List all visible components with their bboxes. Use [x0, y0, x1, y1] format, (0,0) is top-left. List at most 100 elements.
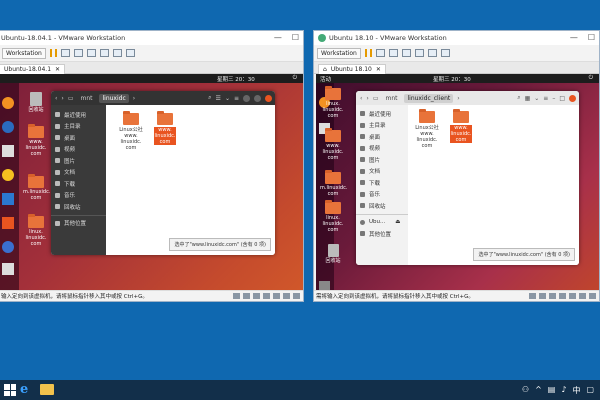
start-icon[interactable]	[4, 384, 16, 396]
desktop-icon-trash[interactable]: 回收站	[320, 244, 346, 265]
desktop-icon-folder[interactable]: m.linuxidc. com	[320, 170, 347, 198]
minimize-icon[interactable]: –	[552, 95, 555, 102]
vmware-window-right[interactable]: Ubuntu 18.10 - VMware Workstation — ☐ Wor…	[313, 30, 600, 302]
file-item-selected[interactable]: www. linuxidc. com	[148, 111, 182, 145]
forward-icon[interactable]: ›	[366, 95, 368, 102]
desktop-icon-folder[interactable]: www. linuxidc. com	[23, 124, 49, 157]
grid-view-icon[interactable]: ▦	[525, 95, 531, 102]
maximize-icon[interactable]: ☐	[588, 33, 595, 42]
display-icon[interactable]	[589, 293, 596, 299]
ubuntu-guest-screen[interactable]: 星期三 20：30 ⏻ 回收站 www. linuxidc. com m.lin…	[0, 74, 303, 292]
usb-icon[interactable]	[559, 293, 566, 299]
revert-icon[interactable]	[86, 49, 96, 57]
back-icon[interactable]: ‹	[55, 95, 57, 102]
sidebar-item-videos[interactable]: 视频	[356, 143, 408, 155]
sidebar-item-pictures[interactable]: 图片	[356, 154, 408, 166]
system-menu-icon[interactable]: ⏻	[589, 75, 593, 82]
vmware-window-left[interactable]: Ubuntu-18.04.1 - VMware Workstation — ☐ W…	[0, 30, 304, 302]
clock[interactable]: 星期三 20：30	[217, 75, 255, 83]
forward-chevron-icon[interactable]: ›	[457, 95, 459, 102]
snapshot-icon[interactable]	[388, 49, 398, 57]
desktop-icon-folder[interactable]: m.linuxidc. com	[23, 174, 50, 202]
sidebar-item-documents[interactable]: 文档	[356, 166, 408, 178]
workstation-menu-button[interactable]: Workstation	[2, 47, 46, 59]
explorer-icon[interactable]	[40, 384, 54, 395]
network-icon[interactable]	[253, 293, 260, 299]
minimize-icon[interactable]: —	[570, 33, 578, 42]
fullscreen-icon[interactable]	[112, 49, 122, 57]
sidebar-item-downloads[interactable]: 下载	[356, 177, 408, 189]
workstation-menu-button[interactable]: Workstation	[317, 47, 361, 59]
manage-icon[interactable]	[99, 49, 109, 57]
maximize-icon[interactable]: □	[559, 95, 565, 102]
sidebar-item-desktop[interactable]: 桌面	[51, 132, 106, 144]
sidebar-item-videos[interactable]: 视频	[51, 144, 106, 156]
forward-chevron-icon[interactable]: ›	[133, 95, 135, 102]
breadcrumb-mnt[interactable]: mnt	[77, 94, 95, 103]
file-manager-window[interactable]: ‹ › ▭ mnt linuxidc › ⌕ ☰ ⌄ ≡ 最近使用 主目录 桌面…	[51, 91, 275, 255]
breadcrumb-mnt[interactable]: mnt	[382, 94, 400, 103]
sidebar-item-trash[interactable]: 回收站	[51, 201, 106, 213]
software-icon[interactable]	[2, 217, 14, 229]
sidebar-item-recent[interactable]: 最近使用	[51, 109, 106, 121]
libreoffice-writer-icon[interactable]	[2, 193, 14, 205]
people-icon[interactable]: ⚇	[522, 385, 529, 396]
fullscreen-icon[interactable]	[427, 49, 437, 57]
desktop-icon-folder[interactable]: linux. linuxidc. com	[320, 200, 346, 233]
printer-icon[interactable]	[283, 293, 290, 299]
network-icon[interactable]	[549, 293, 556, 299]
menu-icon[interactable]: ≡	[234, 95, 239, 102]
ime-icon[interactable]: 中	[572, 385, 580, 396]
sound-icon[interactable]	[569, 293, 576, 299]
sound-icon[interactable]	[273, 293, 280, 299]
file-item[interactable]: Linux公社 www. linuxidc. com	[114, 111, 148, 151]
maximize-icon[interactable]: ☐	[292, 33, 299, 42]
search-icon[interactable]: ⌕	[208, 94, 211, 102]
list-view-icon[interactable]: ☰	[216, 95, 221, 102]
sidebar-item-recent[interactable]: 最近使用	[356, 108, 408, 120]
clock[interactable]: 星期三 20：30	[433, 75, 471, 83]
minimize-icon[interactable]: —	[274, 33, 282, 42]
vm-icon[interactable]	[375, 49, 385, 57]
file-manager-window[interactable]: ‹ › ▭ mnt linuxidc_client › ⌕ ▦ ⌄ ≡ – □ …	[356, 91, 579, 265]
close-button[interactable]	[265, 94, 272, 102]
file-item[interactable]: Linux公社 www. linuxidc. com	[410, 109, 444, 149]
cd-icon[interactable]	[539, 293, 546, 299]
breadcrumb-current[interactable]: linuxidc	[99, 93, 129, 103]
sidebar-item-home[interactable]: 主目录	[356, 120, 408, 132]
sidebar-item-home[interactable]: 主目录	[51, 121, 106, 133]
desktop-icon-folder[interactable]: linux. linuxidc. com	[23, 214, 49, 247]
desktop-icon-folder[interactable]: www. linuxidc. com	[320, 128, 346, 161]
close-icon[interactable]: ✕	[55, 66, 60, 73]
pause-icon[interactable]	[49, 49, 57, 57]
help-icon[interactable]	[2, 241, 14, 253]
drive-icon[interactable]: ▭	[68, 95, 74, 102]
sidebar-item-documents[interactable]: 文档	[51, 167, 106, 179]
vm-icon[interactable]	[60, 49, 70, 57]
minimize-button[interactable]	[243, 94, 250, 102]
notification-icon[interactable]: ▢	[586, 385, 594, 396]
volume-icon[interactable]: ♪	[561, 385, 566, 396]
ubuntu-guest-screen[interactable]: 活动 星期三 20：30 ⏻ linux. linuxidc. com www.…	[316, 74, 599, 292]
sidebar-item-trash[interactable]: 回收站	[356, 200, 408, 212]
close-icon[interactable]: ✕	[376, 66, 381, 73]
sidebar-item-ubuntu-cd[interactable]: Ubu... ⏏	[356, 217, 408, 229]
usb-icon[interactable]	[263, 293, 270, 299]
back-icon[interactable]: ‹	[360, 95, 362, 102]
hdd-icon[interactable]	[529, 293, 536, 299]
sidebar-item-other-locations[interactable]: 其他位置	[356, 228, 408, 240]
files-icon[interactable]	[2, 145, 14, 157]
sidebar-item-desktop[interactable]: 桌面	[356, 131, 408, 143]
vmware-titlebar[interactable]: Ubuntu-18.04.1 - VMware Workstation — ☐	[0, 31, 303, 45]
close-button[interactable]	[569, 94, 576, 102]
eject-icon[interactable]: ⏏	[395, 219, 400, 225]
maximize-button[interactable]	[254, 94, 261, 102]
pause-icon[interactable]	[364, 49, 372, 57]
file-view[interactable]: Linux公社 www. linuxidc. com www. linuxidc…	[408, 105, 579, 265]
vm-tab[interactable]: ⌂ Ubuntu 18.10 ✕	[318, 64, 386, 74]
network-icon[interactable]: ▤	[548, 385, 556, 396]
vm-tab[interactable]: Ubuntu-18.04.1 ✕	[0, 64, 66, 74]
breadcrumb-current[interactable]: linuxidc_client	[404, 93, 454, 103]
unity-icon[interactable]	[440, 49, 450, 57]
desktop-icon-folder[interactable]: linux. linuxidc. com	[320, 86, 346, 119]
